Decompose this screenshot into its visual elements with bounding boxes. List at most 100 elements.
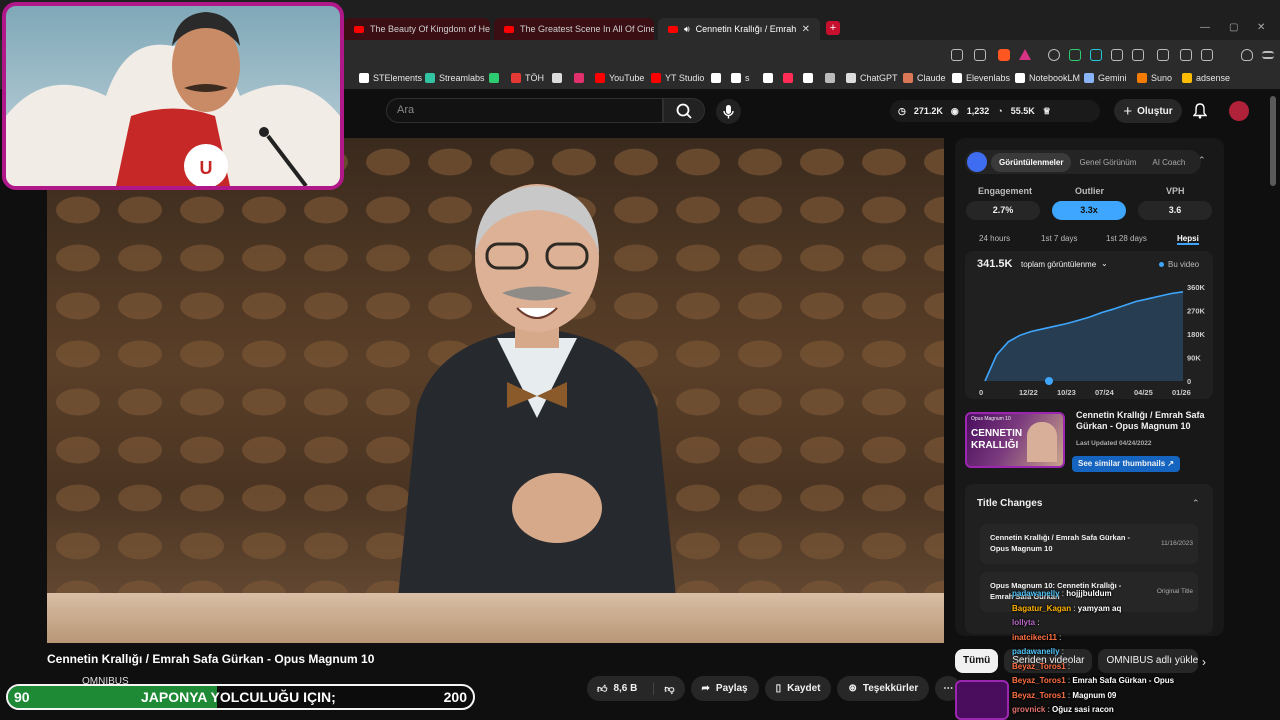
extension-icon[interactable] xyxy=(1111,49,1123,61)
bookmark-item[interactable] xyxy=(574,73,588,83)
search-input[interactable]: Ara xyxy=(386,98,663,123)
extension-icon[interactable] xyxy=(1090,49,1102,61)
range-option[interactable]: 24 hours xyxy=(979,234,1010,243)
extensions-puzzle-icon[interactable] xyxy=(1157,49,1169,61)
chip-all[interactable]: Tümü xyxy=(955,649,999,673)
streamer-webcam-overlay: U xyxy=(2,2,344,190)
metric-label: Outlier xyxy=(1075,186,1105,196)
panel-logo-icon xyxy=(967,152,987,172)
bookmark-item[interactable]: adsense xyxy=(1182,73,1230,83)
bookmark-item[interactable] xyxy=(552,73,566,83)
bookmark-item[interactable]: Elevenlabs xyxy=(952,73,1010,83)
video-player[interactable] xyxy=(47,138,944,643)
bookmark-item[interactable]: NotebookLM xyxy=(1015,73,1080,83)
tab-views[interactable]: Görüntülenmeler xyxy=(991,152,1072,172)
menu-icon[interactable] xyxy=(1262,51,1274,59)
analytics-panel: Görüntülenmeler Genel Görünüm AI Coach ⌃… xyxy=(955,138,1224,636)
extension-icon[interactable] xyxy=(1069,49,1081,61)
bookmark-item[interactable]: YT Studio xyxy=(651,73,704,83)
bookmark-icon xyxy=(425,73,435,83)
page-scrollbar[interactable] xyxy=(1270,96,1276,186)
thumbnail-card: Opus Magnum 10 CENNETIN KRALLIĞI Cenneti… xyxy=(965,410,1213,472)
bookmark-item[interactable]: ChatGPT xyxy=(846,73,898,83)
thanks-button[interactable]: ⊛ Teşekkürler xyxy=(837,676,930,701)
event-marker-icon[interactable] xyxy=(1045,377,1053,385)
rewards-icon[interactable] xyxy=(1019,49,1031,60)
bookmark-item[interactable]: s xyxy=(731,73,750,83)
wallet-icon[interactable] xyxy=(1201,49,1213,61)
bookmark-item[interactable] xyxy=(825,73,839,83)
channel-stats[interactable]: ◷ 271.2K ◉ 1,232 ◔ 55.5K ♕ xyxy=(890,100,1100,122)
bookmark-item[interactable] xyxy=(763,73,777,83)
save-button[interactable]: ▯ Kaydet xyxy=(764,676,832,701)
x-tick-label: 01/26 xyxy=(1172,388,1191,397)
like-button[interactable]: 👍︎ 8,6 B xyxy=(587,683,647,695)
create-button[interactable]: + Oluştur xyxy=(1114,99,1182,123)
notifications-bell-icon[interactable] xyxy=(1193,103,1207,119)
bookmark-item[interactable]: Claude xyxy=(903,73,946,83)
collapse-icon[interactable]: ⌃ xyxy=(1198,155,1206,166)
collapse-icon[interactable]: ⌃ xyxy=(1192,498,1200,509)
subscribers-icon: ◔ xyxy=(997,106,1003,116)
range-option[interactable]: Hepsi xyxy=(1177,234,1199,245)
metric-value: 2.7% xyxy=(966,201,1040,220)
share-icon[interactable] xyxy=(974,49,986,61)
bookmark-icon xyxy=(1015,73,1025,83)
cartoon-avatar: U xyxy=(6,12,340,186)
bookmark-item[interactable]: Gemini xyxy=(1084,73,1127,83)
sidebar-icon[interactable] xyxy=(1180,49,1192,61)
speaker-icon: 🔊︎ xyxy=(684,23,690,34)
extension-icon[interactable] xyxy=(1048,49,1060,61)
bookmark-icon xyxy=(1137,73,1147,83)
bookmark-item[interactable] xyxy=(783,73,797,83)
bookmark-item[interactable]: Streamlabs xyxy=(425,73,485,83)
maximize-icon[interactable]: ▢ xyxy=(1229,22,1238,33)
range-option[interactable]: 1st 7 days xyxy=(1041,234,1077,243)
close-tab-icon[interactable]: ✕ xyxy=(802,24,810,35)
account-avatar[interactable] xyxy=(1229,101,1249,121)
bookmark-item[interactable]: Suno xyxy=(1137,73,1172,83)
new-tab-button[interactable]: + xyxy=(826,21,840,35)
browser-tab-active[interactable]: 🔊︎ Cennetin Krallığı / Emrah Safa ✕ xyxy=(658,18,820,40)
x-tick-label: 04/25 xyxy=(1134,388,1153,397)
dislike-button[interactable]: 👎︎ xyxy=(653,682,684,695)
bookmark-item[interactable] xyxy=(803,73,817,83)
vpn-icon[interactable] xyxy=(1241,49,1253,61)
chat-username: Bagatur_Kagan xyxy=(1012,603,1072,613)
tab-overview[interactable]: Genel Görünüm xyxy=(1071,153,1144,172)
bookmark-item[interactable] xyxy=(489,73,503,83)
thumbs-up-icon: 👍︎ xyxy=(597,683,608,695)
bookmark-icon xyxy=(846,73,856,83)
chat-username: Beyaz_Toros1 xyxy=(1012,690,1066,700)
chat-message: padawanelly : xyxy=(1012,647,1065,656)
tab-ai-coach[interactable]: AI Coach xyxy=(1144,153,1193,172)
install-icon[interactable] xyxy=(951,49,963,61)
range-option[interactable]: 1st 28 days xyxy=(1106,234,1147,243)
voice-search-button[interactable] xyxy=(716,99,741,124)
bookmark-icon xyxy=(595,73,605,83)
minimize-icon[interactable]: — xyxy=(1200,22,1210,33)
bookmark-item[interactable]: STElements xyxy=(359,73,422,83)
related-video-thumbnail[interactable] xyxy=(955,680,1009,720)
extension-icon[interactable] xyxy=(1132,49,1144,61)
browser-tab[interactable]: The Greatest Scene In All Of Cinema xyxy=(494,18,654,40)
see-similar-button[interactable]: See similar thumbnails ↗ xyxy=(1072,456,1181,472)
bookmark-icon xyxy=(574,73,584,83)
chat-message: inatcikeci11 : xyxy=(1012,632,1062,642)
chat-username: inatcikeci11 xyxy=(1012,632,1057,642)
video-thumbnail[interactable]: Opus Magnum 10 CENNETIN KRALLIĞI xyxy=(965,412,1065,468)
thumbnail-text: KRALLIĞI xyxy=(971,440,1019,451)
bookmark-item[interactable]: TÖH xyxy=(511,73,544,83)
close-window-icon[interactable]: ✕ xyxy=(1257,22,1265,33)
stream-chat-overlay: padawanelly : hojjjbuldum Bagatur_Kagan :… xyxy=(1012,589,1227,720)
bookmark-item[interactable] xyxy=(711,73,725,83)
views-area-chart: 360K 270K 180K 90K 0 0 12/22 10/23 07/24 04/25 01/… xyxy=(979,283,1206,397)
bookmark-icon xyxy=(651,73,661,83)
share-button[interactable]: ➦ Paylaş xyxy=(690,676,759,701)
bookmark-item[interactable]: YouTube xyxy=(595,73,644,83)
brave-shield-icon[interactable] xyxy=(998,49,1010,61)
chat-username: lollyta xyxy=(1012,618,1036,627)
youtube-icon xyxy=(504,25,514,33)
browser-tab[interactable]: The Beauty Of Kingdom of Heaven - xyxy=(344,18,490,40)
search-button[interactable] xyxy=(663,98,705,123)
